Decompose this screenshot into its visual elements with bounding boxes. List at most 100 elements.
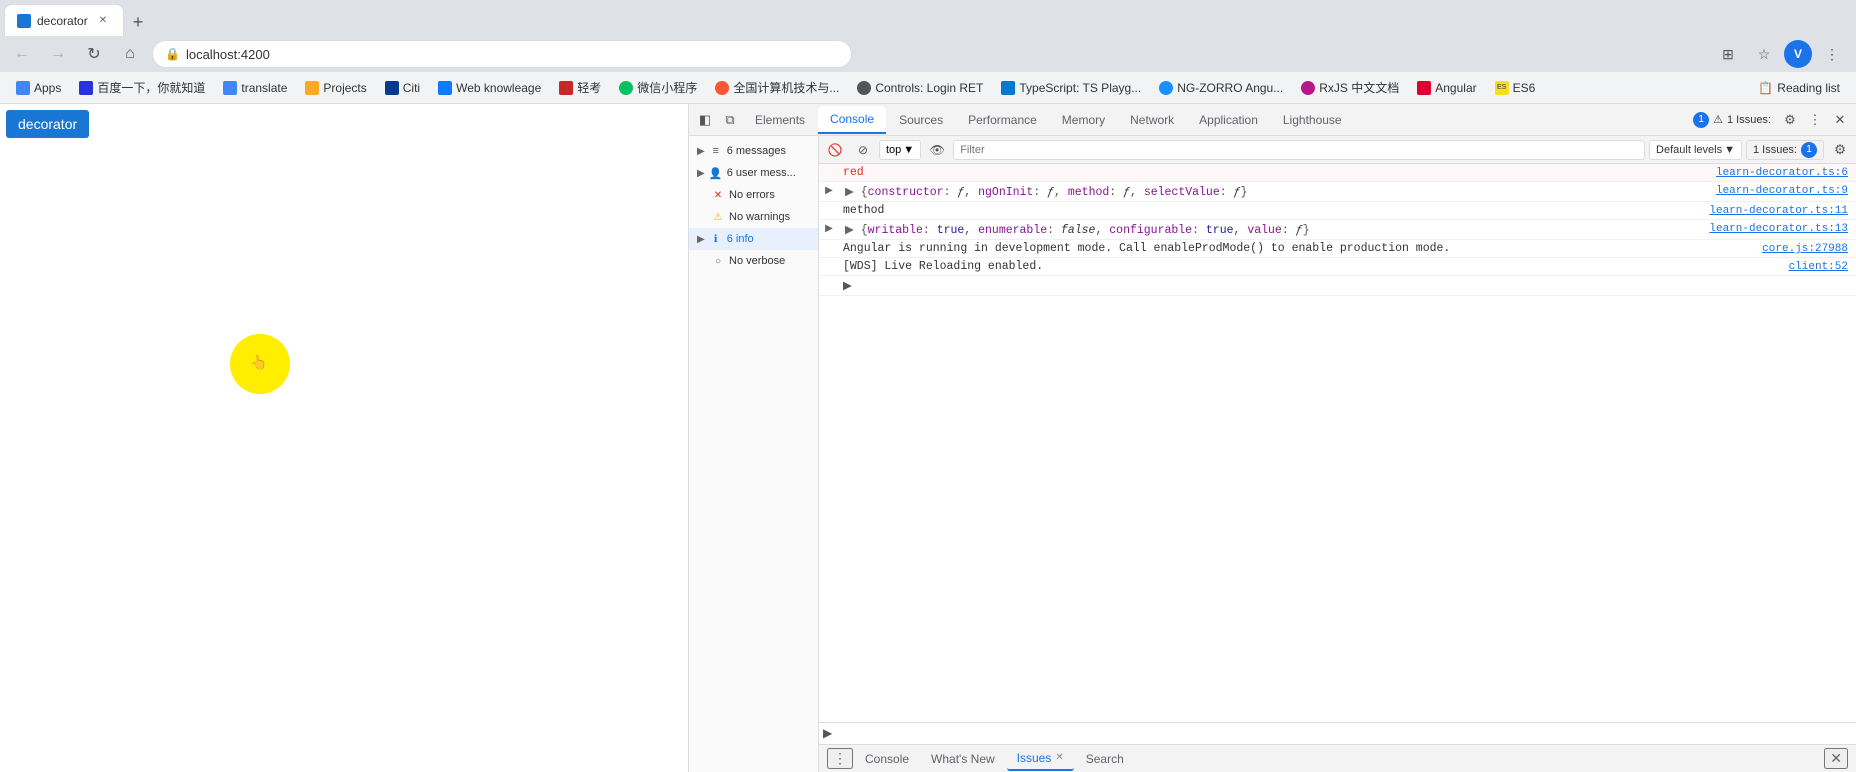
bookmark-label: Apps (34, 81, 61, 95)
decorator-button[interactable]: decorator (6, 110, 89, 138)
bottom-tab-whats-new[interactable]: What's New (921, 747, 1005, 771)
reload-button[interactable]: ↻ (80, 40, 108, 68)
bookmark-label: Angular (1435, 81, 1476, 95)
bottom-tab-search[interactable]: Search (1076, 747, 1134, 771)
forward-button[interactable]: → (44, 40, 72, 68)
tab-console[interactable]: Console (818, 106, 886, 134)
log-entry-writable: ▶ ▶ {writable: true, enumerable: false, … (819, 220, 1856, 240)
devtools-more-button[interactable]: ⋮ (1803, 108, 1827, 132)
active-tab[interactable]: decorator ✕ (4, 4, 124, 36)
url-bar[interactable]: 🔒 localhost:4200 (152, 40, 852, 68)
bookmark-csdn[interactable]: 全国计算机技术与... (707, 76, 847, 100)
issues-indicator: 1 ⚠ 1 Issues: (1687, 110, 1777, 130)
log-source-writable[interactable]: learn-decorator.ts:13 (1709, 221, 1856, 235)
log-source-angular[interactable]: core.js:27988 (1762, 241, 1856, 255)
sidebar-item-info[interactable]: ▶ ℹ 6 info (689, 228, 818, 250)
bookmark-projects[interactable]: Projects (297, 76, 374, 100)
devtools-settings-button[interactable]: ⚙ (1778, 108, 1802, 132)
apps-favicon (16, 81, 30, 95)
controls-favicon (857, 81, 871, 95)
log-expand-icon[interactable]: ▶ (819, 221, 839, 235)
log-entry-red: red learn-decorator.ts:6 (819, 164, 1856, 182)
bookmark-label: RxJS 中文文档 (1319, 79, 1399, 96)
home-button[interactable]: ⌂ (116, 40, 144, 68)
log-source-wds[interactable]: client:52 (1789, 259, 1856, 273)
console-input-area: ▶ (819, 722, 1856, 744)
log-expand-icon[interactable]: ▶ (819, 183, 839, 197)
bookmark-citi[interactable]: Citi (377, 76, 428, 100)
clear-console-button[interactable]: 🚫 (823, 138, 847, 162)
tab-lighthouse[interactable]: Lighthouse (1271, 106, 1354, 134)
top-label: top (886, 144, 901, 156)
bookmark-apps[interactable]: Apps (8, 76, 69, 100)
devtools-dock-button[interactable]: ◧ (693, 108, 717, 132)
tab-performance[interactable]: Performance (956, 106, 1049, 134)
sidebar-item-verbose[interactable]: ○ No verbose (689, 250, 818, 272)
filter-input[interactable] (953, 140, 1645, 160)
tab-network[interactable]: Network (1118, 106, 1186, 134)
sidebar-item-warnings[interactable]: ⚠ No warnings (689, 206, 818, 228)
devtools-window-button[interactable]: ⧉ (718, 108, 742, 132)
extensions-button[interactable]: ⊞ (1712, 38, 1744, 70)
star-button[interactable]: ☆ (1748, 38, 1780, 70)
issues-tab-close[interactable]: ✕ (1055, 752, 1063, 763)
default-levels-label: Default levels (1656, 144, 1722, 156)
close-drawer-button[interactable]: ✕ (1824, 748, 1848, 769)
default-levels-dropdown[interactable]: Default levels ▼ (1649, 140, 1742, 160)
devtools-close-button[interactable]: ✕ (1828, 108, 1852, 132)
bottom-more-button[interactable]: ⋮ (827, 748, 853, 769)
dropdown-arrow-icon: ▼ (903, 144, 914, 156)
profile-avatar[interactable]: V (1784, 40, 1812, 68)
devtools-tab-bar: ◧ ⧉ Elements Console Sources Performance… (689, 104, 1856, 136)
top-dropdown[interactable]: top ▼ (879, 140, 921, 160)
bookmark-reading[interactable]: 📋 Reading list (1750, 76, 1848, 100)
log-content-prompt: ▶ (839, 277, 1848, 294)
tab-close-button[interactable]: ✕ (95, 13, 111, 29)
bookmark-translate[interactable]: translate (215, 76, 295, 100)
yellow-circle: 👆 (230, 334, 290, 394)
console-input[interactable] (836, 727, 1852, 741)
bookmark-es6[interactable]: ES ES6 (1487, 76, 1544, 100)
sidebar-item-user-messages[interactable]: ▶ 👤 6 user mess... (689, 162, 818, 184)
warning-icon: ⚠ (711, 210, 725, 224)
bottom-tab-issues[interactable]: Issues ✕ (1007, 747, 1074, 771)
sidebar-item-messages[interactable]: ▶ ≡ 6 messages (689, 140, 818, 162)
bookmark-label: Controls: Login RET (875, 81, 983, 95)
dropdown-arrow-icon: ▼ (1724, 144, 1735, 156)
bookmark-rxjs[interactable]: RxJS 中文文档 (1293, 76, 1407, 100)
tab-sources[interactable]: Sources (887, 106, 955, 134)
filter-toggle-button[interactable]: ⊘ (851, 138, 875, 162)
back-button[interactable]: ← (8, 40, 36, 68)
bookmark-ts[interactable]: TypeScript: TS Playg... (993, 76, 1149, 100)
bookmark-web[interactable]: Web knowleage (430, 76, 549, 100)
tab-memory[interactable]: Memory (1050, 106, 1117, 134)
bookmark-angular[interactable]: Angular (1409, 76, 1484, 100)
bookmark-ielts[interactable]: 轻考 (551, 76, 609, 100)
eye-button[interactable]: 👁 (925, 138, 949, 162)
bookmark-controls[interactable]: Controls: Login RET (849, 76, 991, 100)
tab-favicon (17, 14, 31, 28)
bookmark-wechat[interactable]: 微信小程序 (611, 76, 705, 100)
log-source-method[interactable]: learn-decorator.ts:11 (1709, 203, 1856, 217)
log-expand-icon (819, 277, 839, 279)
log-content-writable: ▶ {writable: true, enumerable: false, co… (841, 221, 1709, 238)
log-source-red[interactable]: learn-decorator.ts:6 (1716, 165, 1856, 179)
web-favicon (438, 81, 452, 95)
bookmark-label: 轻考 (577, 79, 601, 96)
console-settings-button[interactable]: ⚙ (1828, 138, 1852, 162)
console-sidebar: ▶ ≡ 6 messages ▶ 👤 6 user mess... ✕ No e… (689, 136, 819, 772)
bottom-tab-console[interactable]: Console (855, 747, 919, 771)
bookmark-baidu[interactable]: 百度一下，你就知道 (71, 76, 213, 100)
tab-title: decorator (37, 14, 89, 28)
tab-application[interactable]: Application (1187, 106, 1270, 134)
tab-elements[interactable]: Elements (743, 106, 817, 134)
bookmark-label: 全国计算机技术与... (733, 79, 839, 96)
bookmark-ng-zorro[interactable]: NG-ZORRO Angu... (1151, 76, 1291, 100)
log-source-constructor[interactable]: learn-decorator.ts:9 (1716, 183, 1856, 197)
more-menu-button[interactable]: ⋮ (1816, 38, 1848, 70)
new-tab-button[interactable]: + (124, 8, 152, 36)
log-content-wds: [WDS] Live Reloading enabled. (839, 259, 1789, 274)
bookmark-label: NG-ZORRO Angu... (1177, 81, 1283, 95)
rxjs-favicon (1301, 81, 1315, 95)
sidebar-item-errors[interactable]: ✕ No errors (689, 184, 818, 206)
